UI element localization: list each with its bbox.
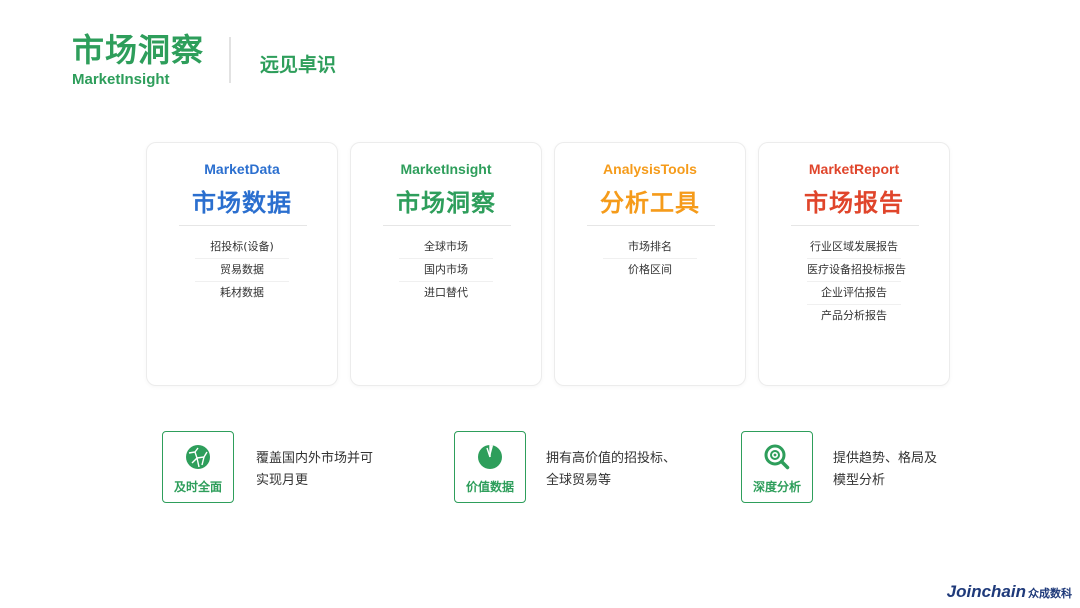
card-item-list: 市场排名 价格区间 [555, 236, 745, 282]
feature-description: 提供趋势、格局及 模型分析 [833, 448, 937, 492]
feature-text-line: 实现月更 [256, 473, 309, 488]
card-divider [383, 225, 511, 226]
feature-text-line: 覆盖国内外市场并可 [256, 451, 374, 466]
card-market-insight: MarketInsight 市场洞察 全球市场 国内市场 进口替代 [350, 142, 542, 386]
card-item-list: 全球市场 国内市场 进口替代 [351, 236, 541, 305]
feature-text-line: 全球贸易等 [546, 473, 612, 488]
feature-label: 深度分析 [752, 480, 801, 494]
feature-description: 拥有高价值的招投标、 全球贸易等 [546, 448, 676, 492]
card-item: 国内市场 [399, 259, 493, 282]
card-item: 招投标(设备) [195, 236, 289, 259]
brand-name-cn: 众成数科 [1028, 587, 1072, 600]
header-tag: 远见卓识 [260, 54, 337, 76]
magnifier-icon [764, 444, 790, 470]
card-item: 行业区域发展报告 [807, 236, 901, 259]
card-item: 耗材数据 [220, 286, 264, 299]
card-item-list: 行业区域发展报告 医疗设备招投标报告 企业评估报告 产品分析报告 [759, 236, 949, 328]
feature-label: 价值数据 [465, 480, 514, 494]
card-divider [791, 225, 919, 226]
card-divider [179, 225, 307, 226]
card-item: 进口替代 [424, 286, 468, 299]
feature-text-line: 提供趋势、格局及 [833, 451, 938, 466]
card-en-title: MarketInsight [400, 161, 492, 177]
header-divider [229, 37, 231, 83]
feature-text-line: 模型分析 [833, 473, 886, 488]
card-item: 贸易数据 [195, 259, 289, 282]
card-market-data: MarketData 市场数据 招投标(设备) 贸易数据 耗材数据 [146, 142, 338, 386]
brand-logo: Joinchain 众成数科 [947, 582, 1072, 602]
card-cn-title: 市场数据 [192, 189, 292, 217]
feature-timely: 及时全面 [162, 431, 234, 503]
card-cn-title: 市场报告 [804, 189, 904, 217]
card-item: 企业评估报告 [807, 282, 901, 305]
page-title: 市场洞察 [72, 31, 205, 69]
card-item: 市场排名 [603, 236, 697, 259]
card-item: 价格区间 [628, 263, 672, 276]
page-subtitle: MarketInsight [72, 71, 170, 88]
card-item: 全球市场 [399, 236, 493, 259]
card-cn-title: 分析工具 [600, 189, 700, 217]
card-cn-title: 市场洞察 [396, 189, 496, 217]
card-item-list: 招投标(设备) 贸易数据 耗材数据 [147, 236, 337, 305]
card-analysis-tools: AnalysisTools 分析工具 市场排名 价格区间 [554, 142, 746, 386]
page-header: 市场洞察 MarketInsight [72, 30, 204, 88]
card-item: 产品分析报告 [821, 309, 887, 322]
feature-deep-analysis: 深度分析 [741, 431, 813, 503]
brand-name-en: Joinchain [946, 582, 1026, 601]
feature-label: 及时全面 [173, 480, 222, 494]
globe-icon [186, 445, 210, 469]
card-en-title: MarketData [204, 161, 280, 177]
card-item: 医疗设备招投标报告 [807, 259, 906, 282]
card-en-title: MarketReport [808, 161, 900, 177]
card-en-title: AnalysisTools [603, 161, 697, 177]
feature-description: 覆盖国内外市场并可 实现月更 [256, 448, 373, 492]
card-divider [587, 225, 715, 226]
pie-chart-icon [478, 444, 502, 469]
card-market-report: MarketReport 市场报告 行业区域发展报告 医疗设备招投标报告 企业评… [758, 142, 950, 386]
feature-text-line: 拥有高价值的招投标、 [546, 451, 677, 466]
feature-valuable-data: 价值数据 [454, 431, 526, 503]
